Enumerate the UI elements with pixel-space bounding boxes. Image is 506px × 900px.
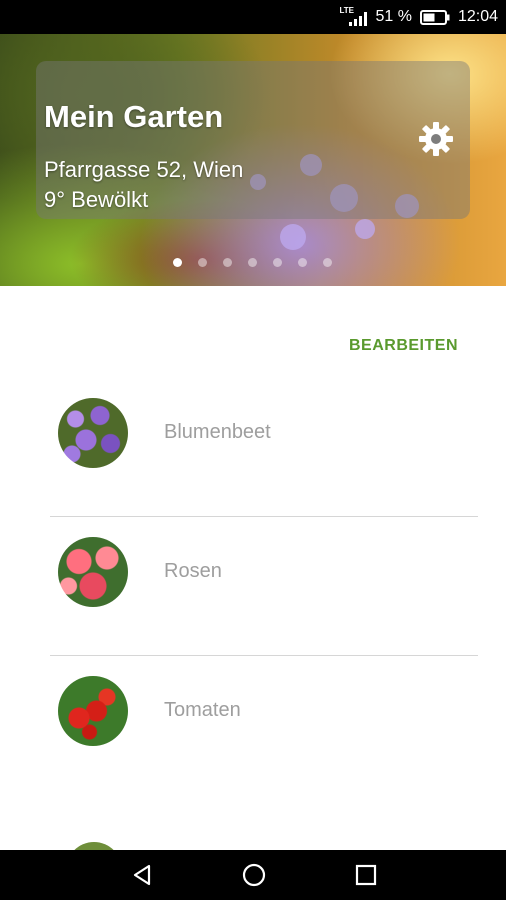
- list-item-blumenbeet[interactable]: Blumenbeet: [50, 378, 478, 517]
- cell-signal-icon: LTE: [339, 6, 368, 27]
- list-item-tomaten[interactable]: Tomaten: [50, 656, 478, 795]
- battery-icon: [419, 9, 450, 25]
- home-button[interactable]: [240, 861, 268, 889]
- back-button[interactable]: [128, 861, 156, 889]
- garden-header[interactable]: Mein Garten Pfarrgasse 52, Wien 9° Bewöl…: [0, 34, 506, 286]
- garden-info-card: Mein Garten Pfarrgasse 52, Wien 9° Bewöl…: [36, 61, 470, 219]
- garden-address: Pfarrgasse 52, Wien: [44, 157, 244, 182]
- page-dot[interactable]: [173, 258, 182, 267]
- bokeh-flower: [355, 219, 375, 239]
- edit-button[interactable]: BEARBEITEN: [349, 337, 458, 355]
- page-dot[interactable]: [323, 258, 332, 267]
- settings-button[interactable]: [416, 119, 456, 159]
- navigation-bar: [0, 850, 506, 900]
- recents-icon: [355, 864, 377, 886]
- garden-weather: 9° Bewölkt: [44, 187, 149, 212]
- clock: 12:04: [457, 8, 498, 25]
- page-dot[interactable]: [273, 258, 282, 267]
- page-indicator: [0, 258, 506, 270]
- recents-button[interactable]: [352, 861, 380, 889]
- page-dot[interactable]: [198, 258, 207, 267]
- tomatoes-thumbnail: [58, 676, 128, 746]
- page-dot[interactable]: [298, 258, 307, 267]
- list-item-label: Blumenbeet: [164, 421, 271, 443]
- garden-title: Mein Garten: [44, 99, 224, 134]
- list-item-rosen[interactable]: Rosen: [50, 517, 478, 656]
- flower-bed-thumbnail: [58, 398, 128, 468]
- home-icon: [242, 863, 266, 887]
- bokeh-flower: [280, 224, 306, 250]
- back-icon: [133, 864, 151, 886]
- list-item-label: Tomaten: [164, 699, 241, 721]
- status-bar: LTE 51 % 12:04: [0, 0, 506, 34]
- page-dot[interactable]: [248, 258, 257, 267]
- battery-percent: 51 %: [375, 8, 412, 25]
- gear-icon: [419, 122, 453, 156]
- roses-thumbnail: [58, 537, 128, 607]
- page-dot[interactable]: [223, 258, 232, 267]
- list-item-label: Rosen: [164, 560, 222, 582]
